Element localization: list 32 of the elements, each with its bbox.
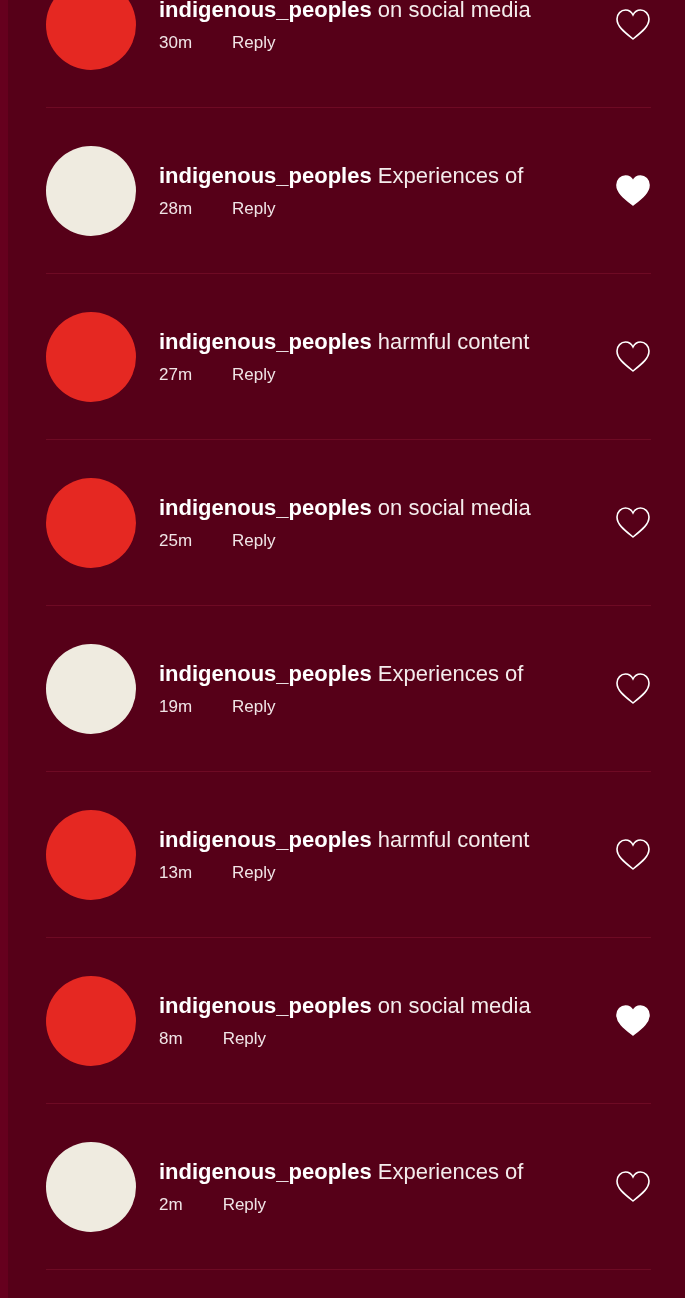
timestamp: 19m xyxy=(159,696,193,717)
comment-text: indigenous_peoples on social media xyxy=(159,992,532,1019)
comment-text: indigenous_peoples Experiences of xyxy=(159,660,525,687)
timestamp: 8m xyxy=(159,1028,183,1049)
timestamp: 25m xyxy=(159,530,193,551)
timestamp: 2m xyxy=(159,1194,183,1215)
reply-button[interactable]: Reply xyxy=(232,862,276,883)
timestamp: 30m xyxy=(159,32,193,53)
comment-text: indigenous_peoples on social media xyxy=(159,494,532,521)
comment-text: indigenous_peoples harmful content xyxy=(159,328,531,355)
reply-button[interactable]: Reply xyxy=(222,1028,267,1049)
timestamp: 13m xyxy=(159,862,193,883)
heart-icon[interactable] xyxy=(615,672,651,705)
heart-icon[interactable] xyxy=(615,1170,651,1203)
heart-icon[interactable] xyxy=(615,340,651,373)
reply-button[interactable]: Reply xyxy=(232,198,276,219)
reply-button[interactable]: Reply xyxy=(232,364,276,385)
heart-icon[interactable] xyxy=(615,506,651,539)
comment-text: indigenous_peoples on social media xyxy=(159,0,532,23)
comment-text: indigenous_peoples Experiences of xyxy=(159,1158,525,1185)
reply-button[interactable]: Reply xyxy=(232,32,276,53)
heart-icon[interactable] xyxy=(615,1004,651,1037)
comment-text: indigenous_peoples harmful content xyxy=(159,826,531,853)
heart-icon[interactable] xyxy=(615,174,651,207)
reply-button[interactable]: Reply xyxy=(232,696,276,717)
reply-button[interactable]: Reply xyxy=(232,530,276,551)
comment-text: indigenous_peoples Experiences of xyxy=(159,162,525,189)
reply-button[interactable]: Reply xyxy=(222,1194,267,1215)
timestamp: 27m xyxy=(159,364,193,385)
heart-icon[interactable] xyxy=(615,8,651,41)
heart-icon[interactable] xyxy=(615,838,651,871)
timestamp: 28m xyxy=(159,198,193,219)
